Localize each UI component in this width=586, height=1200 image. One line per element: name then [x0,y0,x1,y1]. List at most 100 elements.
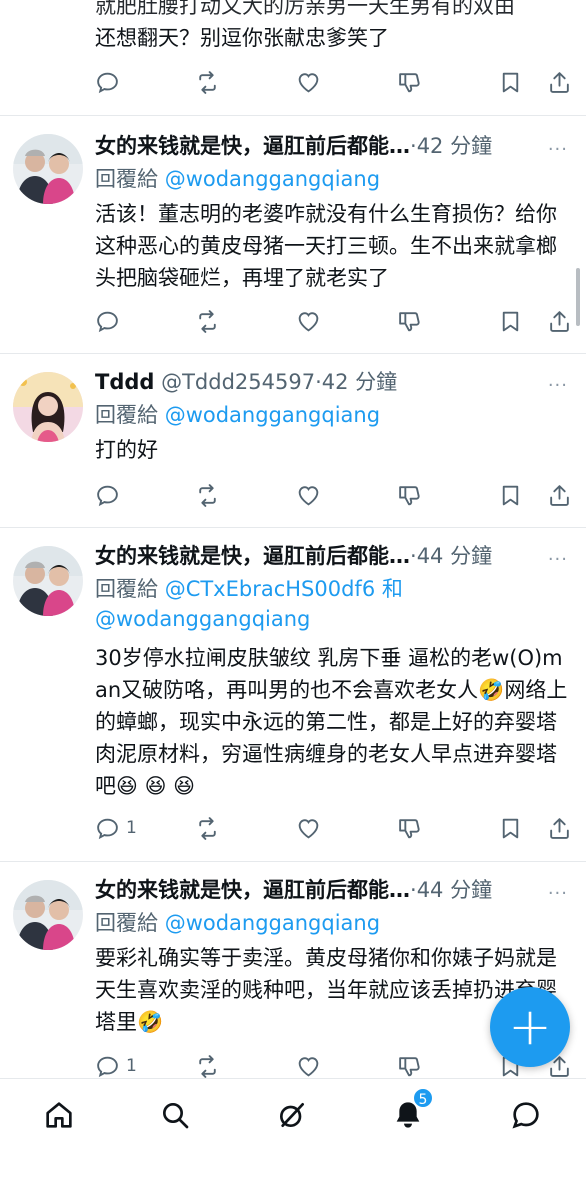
nav-notifications[interactable]: 5 [390,1087,434,1133]
nav-messages[interactable] [508,1097,544,1133]
mention-link[interactable]: @wodanggangqiang [165,403,380,427]
separator-dot: · [410,878,417,902]
reply-button[interactable]: 1 [95,810,137,846]
more-options-icon[interactable]: ··· [548,542,568,574]
avatar[interactable] [13,546,83,616]
share-button[interactable] [547,303,572,339]
tweet-actions [95,303,572,339]
tweet[interactable]: Tddd @Tddd254597·42 分鐘 ··· 回覆給 @wodangga… [0,354,586,528]
mention-link[interactable]: @CTxEbracHS00df6 [165,577,376,601]
tweet-text: 打的好 [95,438,158,462]
nav-search[interactable] [157,1097,193,1133]
dislike-button[interactable] [397,477,422,513]
reply-button[interactable] [95,303,120,339]
timestamp[interactable]: 44 分鐘 [417,878,492,902]
share-icon [547,483,572,508]
like-button[interactable] [296,1048,321,1078]
couple-avatar-image [13,546,83,616]
reply-icon [95,1054,120,1079]
retweet-icon [195,309,220,334]
mention-link[interactable]: @wodanggangqiang [165,911,380,935]
avatar[interactable] [13,134,83,204]
timestamp[interactable]: 42 分鐘 [322,370,397,394]
mention-link[interactable]: @wodanggangqiang [165,167,380,191]
avatar[interactable] [13,372,83,442]
retweet-icon [195,70,220,95]
display-name[interactable]: 女的来钱就是快，逼肛前后都能… [95,878,410,902]
user-handle[interactable]: @Tddd254597 [161,370,315,394]
share-button[interactable] [547,477,572,513]
tweet-header: 女的来钱就是快，逼肛前后都能…·44 分鐘 ··· [95,872,572,908]
home-icon [46,1102,72,1128]
retweet-button[interactable] [195,1048,220,1078]
tweet-header: 女的来钱就是快，逼肛前后都能…·44 分鐘 ··· [95,538,572,574]
display-name[interactable]: 女的来钱就是快，逼肛前后都能… [95,134,410,158]
separator-dot: · [410,134,417,158]
retweet-button[interactable] [195,477,220,513]
dislike-button[interactable] [397,303,422,339]
scrollbar-thumb[interactable] [576,268,580,326]
heart-icon [296,1054,321,1079]
reply-button[interactable] [95,477,120,513]
heart-icon [296,816,321,841]
messages-icon [512,1102,539,1129]
tweet[interactable]: 女的来钱就是快，逼肛前后都能…·44 分鐘 ··· 回覆給 @CTxEbracH… [0,528,586,862]
reply-label: 回覆給 [95,911,158,935]
tweet-text-line: 还想翻天？别逗你张献忠爹笑了 [95,26,389,50]
tweet-actions [95,477,572,513]
mention-link[interactable]: @wodanggangqiang [95,607,310,631]
dislike-button[interactable] [397,1048,422,1078]
reply-icon [95,483,120,508]
bookmark-icon [498,309,523,334]
reply-count: 1 [126,1056,137,1076]
retweet-button[interactable] [195,810,220,846]
reply-button[interactable]: 1 [95,1048,137,1078]
share-button[interactable] [547,810,572,846]
reply-label: 回覆給 [95,167,158,191]
dislike-button[interactable] [397,64,422,100]
timestamp[interactable]: 44 分鐘 [417,544,492,568]
more-options-icon[interactable]: ··· [548,876,568,908]
share-button[interactable] [547,64,572,100]
bookmark-button[interactable] [498,64,523,100]
bookmark-icon [498,816,523,841]
compose-button[interactable]: + [490,987,570,1067]
thumbs-down-icon [397,483,422,508]
display-name[interactable]: Tddd [95,370,154,394]
reply-context: 回覆給 @wodanggangqiang [95,400,572,430]
display-name[interactable]: 女的来钱就是快，逼肛前后都能… [95,544,410,568]
heart-icon [296,70,321,95]
share-icon [547,70,572,95]
bookmark-button[interactable] [498,810,523,846]
like-button[interactable] [296,303,321,339]
reply-button[interactable] [95,64,120,100]
tweet-text: 30岁停水拉闸皮肤皱纹 乳房下垂 逼松的老w(O)man又破防咯，再叫男的也不会… [95,646,568,798]
reply-label: 回覆給 [95,577,158,601]
more-options-icon[interactable]: ··· [548,132,568,164]
avatar[interactable] [13,880,83,950]
like-button[interactable] [296,64,321,100]
timestamp[interactable]: 42 分鐘 [417,134,492,158]
thumbs-down-icon [397,70,422,95]
notification-badge: 5 [412,1087,434,1109]
bottom-navigation: 5 [0,1078,586,1200]
tweet-partial-top[interactable]: 就肥肚腰打动又大的厉亲男一天生男有的双由 还想翻天？别逗你张献忠爹笑了 [0,0,586,116]
like-button[interactable] [296,810,321,846]
nav-home[interactable] [41,1097,77,1133]
reply-context: 回覆給 @CTxEbracHS00df6 和 @wodanggangqiang [95,574,572,634]
reply-icon [95,816,120,841]
retweet-button[interactable] [195,303,220,339]
share-icon [547,816,572,841]
woman-avatar-image [13,372,83,442]
nav-grok[interactable] [274,1097,310,1133]
dislike-button[interactable] [397,810,422,846]
tweet-header: 女的来钱就是快，逼肛前后都能…·42 分鐘 ··· [95,128,572,164]
tweet[interactable]: 女的来钱就是快，逼肛前后都能…·42 分鐘 ··· 回覆給 @wodanggan… [0,116,586,354]
timeline-feed: 就肥肚腰打动又大的厉亲男一天生男有的双由 还想翻天？别逗你张献忠爹笑了 女的来钱… [0,0,586,1078]
like-button[interactable] [296,477,321,513]
tweet-text-line: 就肥肚腰打动又大的厉亲男一天生男有的双由 [95,0,515,18]
more-options-icon[interactable]: ··· [548,368,568,400]
bookmark-button[interactable] [498,303,523,339]
retweet-button[interactable] [195,64,220,100]
bookmark-button[interactable] [498,477,523,513]
